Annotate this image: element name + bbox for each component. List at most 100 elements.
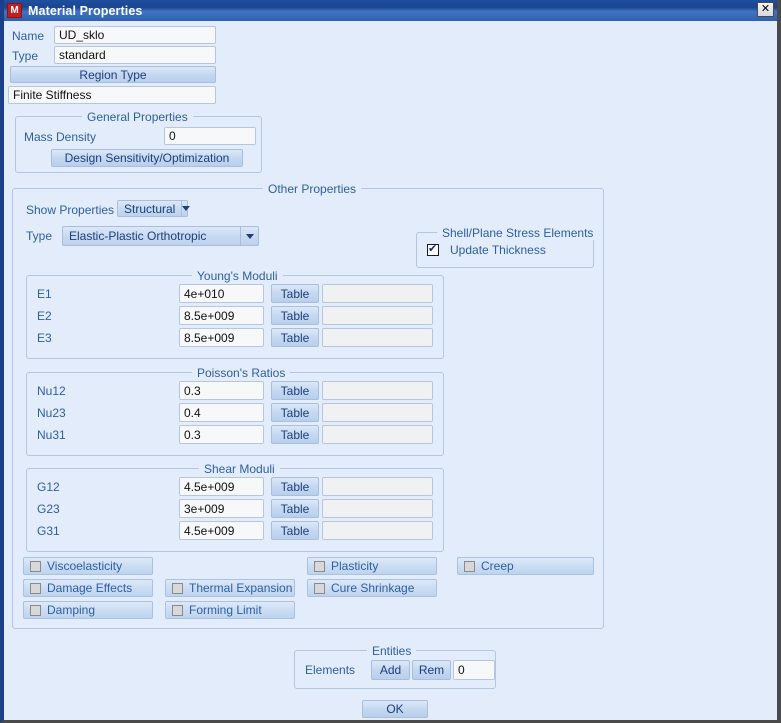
youngs-moduli-legend: Young's Moduli	[192, 269, 283, 283]
poissons-ratio-nu23-extra-input[interactable]	[322, 403, 433, 422]
row-label: Nu12	[37, 384, 66, 398]
youngs-modulus-e1-table-button[interactable]: Table	[271, 284, 319, 303]
checkbox-icon	[172, 604, 183, 616]
poissons-ratios-legend: Poisson's Ratios	[192, 366, 291, 380]
poissons-ratio-nu23-table-button[interactable]: Table	[271, 403, 319, 422]
poissons-ratio-nu23-input[interactable]: 0.4	[179, 403, 264, 422]
type-label: Type	[12, 49, 39, 63]
entities-group: Entities Elements Add Rem 0	[294, 644, 496, 689]
toggle-label: Forming Limit	[189, 603, 262, 617]
youngs-modulus-e3-extra-input[interactable]	[322, 328, 433, 347]
region-type-button[interactable]: Region Type	[10, 66, 216, 83]
row-label: G23	[37, 502, 60, 516]
remove-element-button[interactable]: Rem	[412, 660, 451, 680]
shear-modulus-g12-input[interactable]: 4.5e+009	[179, 477, 264, 496]
toggle-label: Thermal Expansion	[189, 581, 293, 595]
toggle-label: Plasticity	[331, 559, 379, 573]
close-icon[interactable]: ✕	[757, 2, 774, 17]
row-label: E3	[37, 331, 52, 345]
poissons-ratios-group: Poisson's Ratios Nu12 0.3 Table Nu23 0.4…	[26, 366, 444, 456]
toggle-damage-effects[interactable]: Damage Effects	[23, 579, 153, 597]
material-type-select[interactable]: Elastic-Plastic Orthotropic	[62, 226, 259, 246]
toggle-label: Damping	[47, 603, 96, 617]
update-thickness-checkbox[interactable]: Update Thickness	[427, 243, 546, 257]
youngs-modulus-e1-extra-input[interactable]	[322, 284, 433, 303]
shear-modulus-g31-extra-input[interactable]	[322, 521, 433, 540]
toggle-thermal-expansion[interactable]: Thermal Expansion	[165, 579, 295, 597]
shell-plane-stress-legend: Shell/Plane Stress Elements	[437, 226, 599, 240]
checkbox-icon	[427, 243, 439, 256]
add-element-button[interactable]: Add	[371, 660, 410, 680]
shear-modulus-g23-extra-input[interactable]	[322, 499, 433, 518]
toggle-forming-limit[interactable]: Forming Limit	[165, 601, 295, 619]
update-thickness-label: Update Thickness	[450, 243, 546, 257]
checkbox-icon	[464, 560, 475, 572]
toggle-viscoelasticity[interactable]: Viscoelasticity	[23, 557, 153, 575]
youngs-modulus-e2-input[interactable]: 8.5e+009	[179, 306, 264, 325]
youngs-modulus-e3-table-button[interactable]: Table	[271, 328, 319, 347]
checkbox-icon	[314, 560, 325, 572]
shear-modulus-g23-table-button[interactable]: Table	[271, 499, 319, 518]
chevron-down-icon[interactable]	[181, 201, 191, 216]
chevron-down-icon[interactable]	[240, 227, 258, 245]
poissons-ratio-nu12-input[interactable]: 0.3	[179, 381, 264, 400]
show-properties-value: Structural	[124, 201, 176, 216]
checkbox-icon	[30, 582, 41, 594]
toggle-creep[interactable]: Creep	[457, 557, 594, 575]
mass-density-label: Mass Density	[24, 130, 97, 144]
ok-button[interactable]: OK	[362, 700, 428, 718]
show-properties-label: Show Properties	[26, 203, 115, 217]
poissons-ratio-nu31-table-button[interactable]: Table	[271, 425, 319, 444]
row-label: E1	[37, 287, 52, 301]
toggle-cure-shrinkage[interactable]: Cure Shrinkage	[307, 579, 437, 597]
type-input[interactable]: standard	[54, 46, 216, 64]
shear-modulus-g12-table-button[interactable]: Table	[271, 477, 319, 496]
name-input[interactable]: UD_sklo	[54, 26, 216, 44]
row-label: E2	[37, 309, 52, 323]
youngs-modulus-e2-table-button[interactable]: Table	[271, 306, 319, 325]
region-type-value-input[interactable]: Finite Stiffness	[8, 86, 216, 104]
checkbox-icon	[172, 582, 183, 594]
youngs-moduli-group: Young's Moduli E1 4e+010 Table E2 8.5e+0…	[26, 269, 444, 359]
name-label: Name	[12, 29, 45, 43]
shear-modulus-g12-extra-input[interactable]	[322, 477, 433, 496]
row-label: Nu23	[37, 406, 66, 420]
youngs-modulus-e3-input[interactable]: 8.5e+009	[179, 328, 264, 347]
shear-moduli-legend: Shear Moduli	[199, 462, 280, 476]
material-properties-dialog: M Material Properties ✕ Name UD_sklo Typ…	[0, 0, 781, 723]
toggle-plasticity[interactable]: Plasticity	[307, 557, 437, 575]
checkbox-icon	[30, 604, 41, 616]
toggle-label: Cure Shrinkage	[331, 581, 415, 595]
toggle-damping[interactable]: Damping	[23, 601, 153, 619]
row-label: G12	[37, 480, 60, 494]
material-type-value: Elastic-Plastic Orthotropic	[69, 229, 207, 243]
checkbox-icon	[314, 582, 325, 594]
shear-moduli-group: Shear Moduli G12 4.5e+009 Table G23 3e+0…	[26, 462, 444, 552]
other-properties-group: Other Properties Show Properties Structu…	[12, 182, 604, 629]
youngs-modulus-e2-extra-input[interactable]	[322, 306, 433, 325]
other-type-label: Type	[26, 229, 53, 243]
general-properties-legend: General Properties	[82, 110, 193, 124]
design-sensitivity-optimization-button[interactable]: Design Sensitivity/Optimization	[51, 149, 243, 167]
title-bar[interactable]: M Material Properties ✕	[4, 0, 777, 21]
poissons-ratio-nu12-table-button[interactable]: Table	[271, 381, 319, 400]
shear-modulus-g31-input[interactable]: 4.5e+009	[179, 521, 264, 540]
poissons-ratio-nu12-extra-input[interactable]	[322, 381, 433, 400]
entities-legend: Entities	[367, 644, 417, 658]
checkbox-icon	[30, 560, 41, 572]
mass-density-input[interactable]: 0	[164, 127, 256, 145]
poissons-ratio-nu31-input[interactable]: 0.3	[179, 425, 264, 444]
shear-modulus-g31-table-button[interactable]: Table	[271, 521, 319, 540]
youngs-modulus-e1-input[interactable]: 4e+010	[179, 284, 264, 303]
window-title: Material Properties	[28, 3, 143, 18]
shell-plane-stress-group: Shell/Plane Stress Elements Update Thick…	[416, 226, 599, 268]
shear-modulus-g23-input[interactable]: 3e+009	[179, 499, 264, 518]
element-count-input[interactable]: 0	[453, 660, 495, 680]
app-icon: M	[7, 3, 22, 18]
other-properties-legend: Other Properties	[263, 182, 362, 196]
toggle-label: Damage Effects	[47, 581, 133, 595]
general-properties-group: General Properties Mass Density 0 Design…	[15, 110, 262, 173]
poissons-ratio-nu31-extra-input[interactable]	[322, 425, 433, 444]
toggle-label: Viscoelasticity	[47, 559, 123, 573]
show-properties-select[interactable]: Structural	[117, 200, 191, 217]
